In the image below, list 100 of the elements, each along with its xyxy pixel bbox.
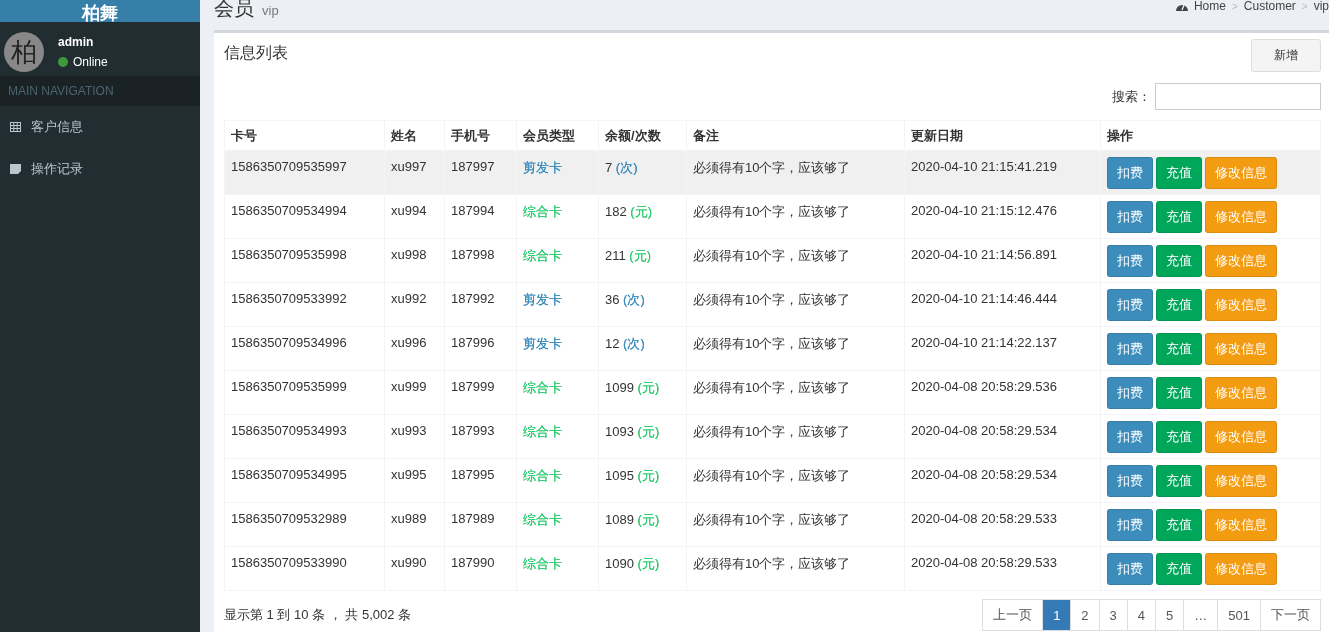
action-button[interactable]: 充值 bbox=[1156, 244, 1202, 277]
table-cell: 1586350709534996 bbox=[224, 326, 385, 371]
breadcrumb-link[interactable]: Home bbox=[1193, 0, 1226, 13]
table-cell: xu999 bbox=[384, 370, 445, 415]
table-row[interactable]: 1586350709534994 xu994 187994 综合卡 182 (元) 必须得有10个字，应该够了 2020-04-10 21:15:12.476 扣费 充值 修改信息 bbox=[224, 194, 1321, 239]
balance-unit: (元) bbox=[637, 424, 660, 439]
breadcrumb-link[interactable]: vip bbox=[1313, 0, 1329, 13]
action-button[interactable]: 修改信息 bbox=[1205, 508, 1277, 541]
table-cell: 2020-04-10 21:14:56.891 bbox=[904, 238, 1101, 283]
table-cell: 2020-04-08 20:58:29.534 bbox=[904, 458, 1101, 503]
page-button[interactable]: 5 bbox=[1155, 599, 1185, 631]
action-button[interactable]: 修改信息 bbox=[1205, 200, 1277, 233]
nav-item[interactable]: 操作记录 bbox=[0, 148, 200, 190]
table-row[interactable]: 1586350709533990 xu990 187990 综合卡 1090 (元) 必须得有10个字，应该够了 2020-04-08 20:58:29.533 扣费 充值 修改信息 bbox=[224, 546, 1321, 591]
action-button[interactable]: 充值 bbox=[1156, 376, 1202, 409]
table-row[interactable]: 1586350709534995 xu995 187995 综合卡 1095 (元) 必须得有10个字，应该够了 2020-04-08 20:58:29.534 扣费 充值 修改信息 bbox=[224, 458, 1321, 503]
action-button[interactable]: 充值 bbox=[1156, 156, 1202, 189]
table-icon bbox=[10, 122, 21, 132]
table-cell: 187992 bbox=[444, 282, 517, 327]
action-button[interactable]: 修改信息 bbox=[1205, 552, 1277, 585]
table-row[interactable]: 1586350709533992 xu992 187992 剪发卡 36 (次) 必须得有10个字，应该够了 2020-04-10 21:14:46.444 扣费 充值 修改信息 bbox=[224, 282, 1321, 327]
action-button[interactable]: 扣费 bbox=[1107, 332, 1153, 365]
table-cell: 必须得有10个字，应该够了 bbox=[686, 150, 905, 195]
app-logo: 柏舞 bbox=[0, 0, 200, 22]
action-button[interactable]: 充值 bbox=[1156, 420, 1202, 453]
action-button[interactable]: 扣费 bbox=[1107, 244, 1153, 277]
table-row[interactable]: 1586350709535999 xu999 187999 综合卡 1099 (元) 必须得有10个字，应该够了 2020-04-08 20:58:29.536 扣费 充值 修改信息 bbox=[224, 370, 1321, 415]
page-button[interactable]: 上一页 bbox=[982, 599, 1044, 631]
action-button[interactable]: 充值 bbox=[1156, 464, 1202, 497]
action-button[interactable]: 扣费 bbox=[1107, 552, 1153, 585]
table-cell: 2020-04-08 20:58:29.533 bbox=[904, 502, 1101, 547]
table-row[interactable]: 1586350709534993 xu993 187993 综合卡 1093 (元) 必须得有10个字，应该够了 2020-04-08 20:58:29.534 扣费 充值 修改信息 bbox=[224, 414, 1321, 459]
page-button[interactable]: … bbox=[1183, 599, 1219, 631]
action-button[interactable]: 扣费 bbox=[1107, 464, 1153, 497]
table-cell: 1586350709534993 bbox=[224, 414, 385, 459]
search-label: 搜索： bbox=[1112, 87, 1151, 106]
table-row[interactable]: 1586350709532989 xu989 187989 综合卡 1089 (元) 必须得有10个字，应该够了 2020-04-08 20:58:29.533 扣费 充值 修改信息 bbox=[224, 502, 1321, 547]
member-type: 综合卡 bbox=[523, 380, 562, 395]
add-button[interactable]: 新增 bbox=[1251, 39, 1321, 72]
member-type: 剪发卡 bbox=[523, 160, 562, 175]
column-header: 更新日期 bbox=[904, 120, 1101, 151]
action-button[interactable]: 扣费 bbox=[1107, 420, 1153, 453]
table-row[interactable]: 1586350709535997 xu997 187997 剪发卡 7 (次) 必须得有10个字，应该够了 2020-04-10 21:15:41.219 扣费 充值 修改信息 bbox=[224, 150, 1321, 195]
column-header: 手机号 bbox=[444, 120, 517, 151]
balance-unit: (次) bbox=[623, 292, 645, 307]
member-type: 剪发卡 bbox=[523, 292, 562, 307]
table-cell: 1586350709535997 bbox=[224, 150, 385, 195]
table-row[interactable]: 1586350709534996 xu996 187996 剪发卡 12 (次) 必须得有10个字，应该够了 2020-04-10 21:14:22.137 扣费 充值 修改信息 bbox=[224, 326, 1321, 371]
table-cell: 2020-04-08 20:58:29.533 bbox=[904, 546, 1101, 591]
table-row[interactable]: 1586350709535998 xu998 187998 综合卡 211 (元) 必须得有10个字，应该够了 2020-04-10 21:14:56.891 扣费 充值 修改信息 bbox=[224, 238, 1321, 283]
action-button[interactable]: 修改信息 bbox=[1205, 156, 1277, 189]
action-button[interactable]: 修改信息 bbox=[1205, 288, 1277, 321]
page-button[interactable]: 下一页 bbox=[1260, 599, 1321, 631]
table-cell: 必须得有10个字，应该够了 bbox=[686, 546, 905, 591]
action-button[interactable]: 充值 bbox=[1156, 200, 1202, 233]
page-button[interactable]: 501 bbox=[1217, 599, 1261, 631]
action-button[interactable]: 充值 bbox=[1156, 552, 1202, 585]
action-button[interactable]: 充值 bbox=[1156, 288, 1202, 321]
balance-unit: (元) bbox=[637, 512, 660, 527]
table-cell: xu996 bbox=[384, 326, 445, 371]
table-cell: xu990 bbox=[384, 546, 445, 591]
page-button[interactable]: 2 bbox=[1070, 599, 1100, 631]
action-button[interactable]: 扣费 bbox=[1107, 376, 1153, 409]
table-cell: 187994 bbox=[444, 194, 517, 239]
balance-unit: (元) bbox=[637, 556, 660, 571]
action-button[interactable]: 修改信息 bbox=[1205, 244, 1277, 277]
user-name: admin bbox=[58, 35, 95, 49]
action-button[interactable]: 修改信息 bbox=[1205, 332, 1277, 365]
action-button[interactable]: 扣费 bbox=[1107, 200, 1153, 233]
action-button[interactable]: 扣费 bbox=[1107, 156, 1153, 189]
column-header: 姓名 bbox=[384, 120, 445, 151]
balance-unit: (次) bbox=[615, 160, 638, 175]
action-button[interactable]: 充值 bbox=[1156, 508, 1202, 541]
breadcrumb-link[interactable]: Customer bbox=[1243, 0, 1296, 13]
balance-value: 211 bbox=[605, 248, 626, 263]
table-cell: xu993 bbox=[384, 414, 445, 459]
table-cell: xu997 bbox=[384, 150, 445, 195]
page-button[interactable]: 3 bbox=[1098, 599, 1128, 631]
table-cell: 187989 bbox=[444, 502, 517, 547]
nav-label: 操作记录 bbox=[31, 160, 83, 178]
balance-value: 1099 bbox=[605, 380, 634, 395]
column-header: 操作 bbox=[1100, 120, 1321, 151]
table-cell: 187998 bbox=[444, 238, 517, 283]
action-button[interactable]: 扣费 bbox=[1107, 508, 1153, 541]
page-button[interactable]: 4 bbox=[1126, 599, 1157, 631]
table-cell: xu995 bbox=[384, 458, 445, 503]
nav-item[interactable]: 客户信息 bbox=[0, 106, 200, 148]
column-header: 备注 bbox=[686, 120, 905, 151]
table-cell: 1586350709533990 bbox=[224, 546, 385, 591]
page-button[interactable]: 1 bbox=[1042, 599, 1072, 631]
table-cell: 2020-04-10 21:14:22.137 bbox=[904, 326, 1101, 371]
table-cell: 1586350709533992 bbox=[224, 282, 385, 327]
action-button[interactable]: 充值 bbox=[1156, 332, 1202, 365]
action-button[interactable]: 修改信息 bbox=[1205, 464, 1277, 497]
search-field[interactable] bbox=[1155, 83, 1321, 110]
balance-value: 182 bbox=[605, 204, 627, 219]
action-button[interactable]: 扣费 bbox=[1107, 288, 1153, 321]
action-button[interactable]: 修改信息 bbox=[1205, 420, 1277, 453]
action-button[interactable]: 修改信息 bbox=[1205, 376, 1277, 409]
table-info: 显示第 1 到 10 条 ， 共 5,002 条 bbox=[224, 606, 412, 624]
